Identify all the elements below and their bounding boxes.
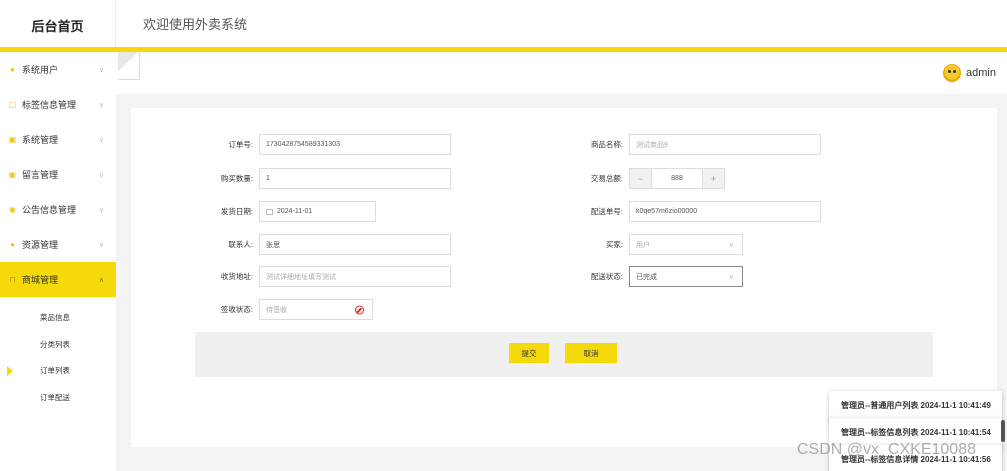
- total-label: 交易总额:: [590, 174, 623, 183]
- delivery-status-select[interactable]: 已完成 ∨: [629, 266, 743, 287]
- notice-icon: ◉: [9, 205, 16, 214]
- product-name-label: 商品名称:: [590, 140, 623, 149]
- forbidden-icon: [355, 305, 364, 314]
- delivery-no-field[interactable]: k0qe57m6zio00000: [629, 201, 821, 222]
- username: admin: [966, 67, 996, 79]
- delivery-status-label: 配送状态:: [590, 272, 623, 281]
- watermark: CSDN @vx_CXKE10088: [797, 441, 976, 458]
- sidebar-item-notices[interactable]: ◉ 公告信息管理 ∨: [0, 192, 116, 227]
- user-icon: ●: [10, 65, 15, 74]
- delivery-status-value: 已完成: [636, 273, 657, 281]
- content-toolbar: admin: [116, 52, 1007, 94]
- sign-status-field[interactable]: 待签收: [259, 299, 373, 320]
- decrement-button[interactable]: −: [630, 169, 651, 188]
- sidebar-item-mall[interactable]: ⊓ 商城管理 ∧: [0, 262, 116, 297]
- sidebar-item-tags[interactable]: ▢ 标签信息管理 ∨: [0, 87, 116, 122]
- tag-icon: ▢: [8, 100, 17, 109]
- sidebar-item-label: 留言管理: [22, 170, 59, 180]
- chevron-down-icon: ∨: [728, 273, 734, 281]
- order-no-field[interactable]: 1730428754589331303: [259, 134, 451, 155]
- calendar-icon: [266, 208, 273, 215]
- address-field[interactable]: 测试详细地址填写测试: [259, 266, 451, 287]
- buyer-select[interactable]: 用户 ∨: [629, 234, 743, 255]
- sidebar-item-label: 系统管理: [22, 135, 59, 145]
- buyer-label: 买家:: [605, 240, 623, 249]
- notification-item[interactable]: 管理员--普通用户列表 2024-11-1 10:41:49: [829, 391, 1002, 421]
- ship-date-picker[interactable]: 2024-11-01: [259, 201, 376, 222]
- sidebar-item-system[interactable]: ▣ 系统管理 ∨: [0, 122, 116, 157]
- sidebar-subitem-delivery[interactable]: 订单配送: [0, 385, 116, 412]
- cart-icon: ⊓: [9, 275, 16, 284]
- message-icon: ▣: [8, 170, 17, 179]
- cancel-button[interactable]: 取消: [565, 343, 617, 363]
- chevron-down-icon: ∨: [98, 136, 104, 144]
- sidebar-item-label: 标签信息管理: [22, 100, 77, 110]
- sidebar: ● 系统用户 ∨ ▢ 标签信息管理 ∨ ▣ 系统管理 ∨ ▣ 留言管理 ∨ ◉ …: [0, 52, 116, 471]
- total-value[interactable]: 888: [651, 169, 703, 188]
- chevron-down-icon: ∨: [98, 171, 104, 179]
- quantity-field[interactable]: 1: [259, 168, 451, 189]
- chevron-down-icon: ∨: [98, 206, 104, 214]
- ship-date-value: 2024-11-01: [277, 208, 313, 215]
- sidebar-subitem-categories[interactable]: 分类列表: [0, 332, 116, 359]
- delivery-no-label: 配送单号:: [590, 207, 623, 216]
- chevron-up-icon: ∧: [98, 276, 104, 284]
- contact-field[interactable]: 张思: [259, 234, 451, 255]
- product-name-field[interactable]: 测试商品9: [629, 134, 821, 155]
- sidebar-item-resources[interactable]: ● 资源管理 ∨: [0, 227, 116, 262]
- chevron-down-icon: ∨: [98, 66, 104, 74]
- sidebar-subitem-label: 订单列表: [40, 366, 70, 375]
- form-actions: 提交 取消: [195, 332, 933, 377]
- quantity-label: 购买数量:: [220, 174, 253, 183]
- sidebar-subitem-dishes[interactable]: 菜品信息: [0, 305, 116, 332]
- buyer-select-value: 用户: [636, 241, 650, 249]
- submit-button[interactable]: 提交: [509, 343, 549, 363]
- sidebar-item-label: 商城管理: [22, 275, 59, 285]
- home-link[interactable]: 后台首页: [0, 0, 116, 50]
- sign-status-label: 签收状态:: [220, 305, 253, 314]
- resource-icon: ●: [10, 240, 15, 249]
- ship-date-label: 发货日期:: [220, 207, 253, 216]
- sidebar-item-messages[interactable]: ▣ 留言管理 ∨: [0, 157, 116, 192]
- sidebar-item-label: 资源管理: [22, 240, 59, 250]
- sidebar-item-label: 系统用户: [22, 65, 59, 75]
- current-indicator-icon: [7, 366, 13, 376]
- sidebar-item-system-users[interactable]: ● 系统用户 ∨: [0, 52, 116, 87]
- order-no-label: 订单号:: [228, 140, 253, 149]
- top-bar: 后台首页 欢迎使用外卖系统: [0, 0, 1007, 50]
- welcome-title: 欢迎使用外卖系统: [143, 17, 248, 32]
- address-label: 收货地址:: [220, 272, 253, 281]
- avatar: [943, 64, 962, 82]
- user-menu[interactable]: admin: [943, 64, 996, 82]
- collapse-sidebar-icon[interactable]: [118, 52, 140, 80]
- contact-label: 联系人:: [228, 240, 253, 249]
- chevron-down-icon: ∨: [728, 241, 734, 249]
- chevron-down-icon: ∨: [98, 241, 104, 249]
- total-stepper: − 888 +: [629, 168, 725, 189]
- chevron-down-icon: ∨: [98, 101, 104, 109]
- sidebar-subitem-orders[interactable]: 订单列表: [0, 358, 116, 385]
- increment-button[interactable]: +: [703, 169, 724, 188]
- settings-icon: ▣: [8, 135, 17, 144]
- sidebar-item-label: 公告信息管理: [22, 205, 77, 215]
- notification-scrollbar[interactable]: [1001, 420, 1005, 442]
- sign-status-value: 待签收: [266, 306, 287, 314]
